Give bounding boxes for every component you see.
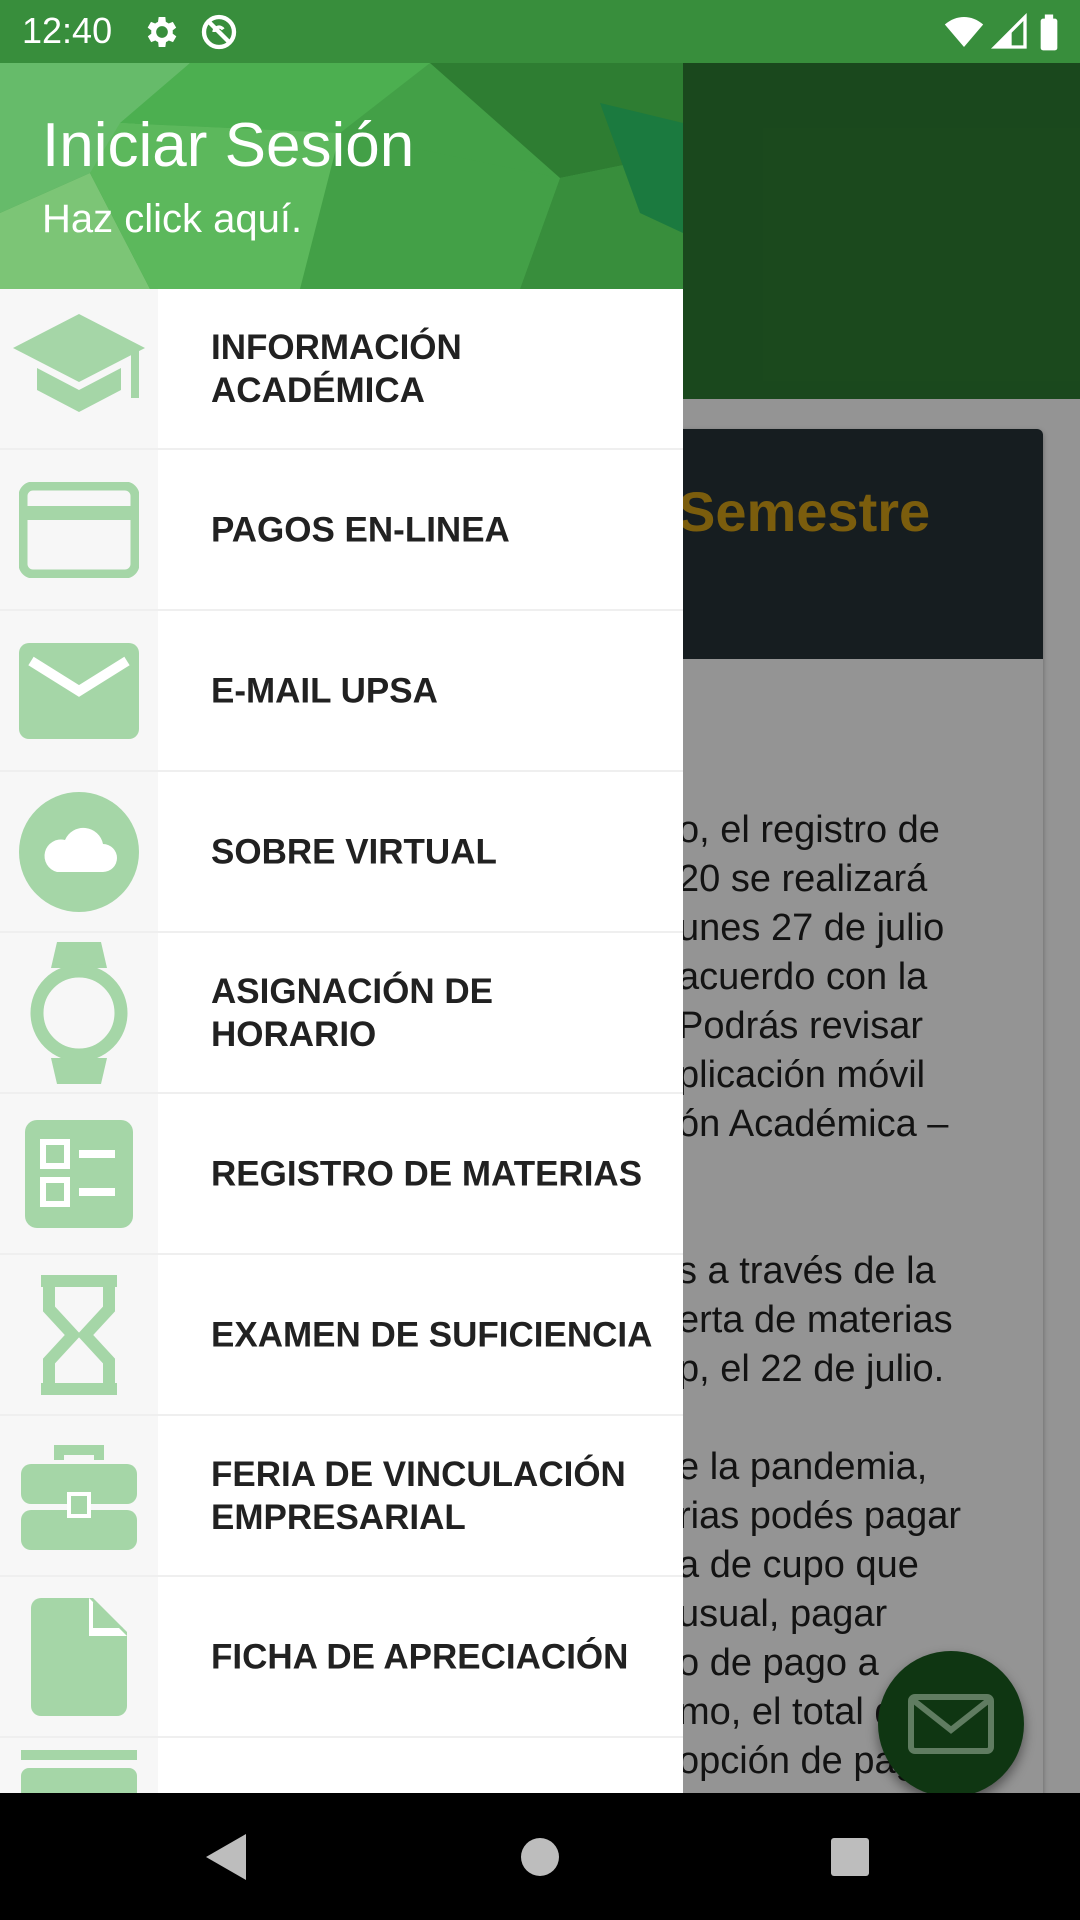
navigation-drawer: Iniciar Sesión Haz click aquí. INFORMACI… [0,63,683,1793]
status-time: 12:40 [22,10,113,51]
briefcase-icon [21,1444,137,1550]
menu-item-label: PAGOS EN-LINEA [211,510,510,549]
menu-item-asignacion-de-horario[interactable]: ASIGNACIÓN DE HORARIO [0,933,683,1094]
menu-icon-cell [0,1094,158,1253]
graduation-cap-icon [13,313,145,412]
cloud-icon [19,791,139,912]
login-subtitle: Haz click aquí. [42,197,303,241]
menu-icon-cell [0,289,158,448]
menu-item-label: SOBRE VIRTUAL [211,832,497,871]
mail-icon [19,642,139,739]
checklist-icon [25,1119,133,1228]
menu-item-informacion-academica[interactable]: INFORMACIÓN ACADÉMICA [0,289,683,450]
menu-item-sobre-virtual[interactable]: SOBRE VIRTUAL [0,772,683,933]
battery-icon [1040,14,1058,51]
menu-item-label: ASIGNACIÓN DE HORARIO [211,971,493,1054]
file-icon [31,1597,127,1716]
credit-card-icon [19,481,139,578]
recents-square-icon [831,1837,869,1876]
menu-item-label: REGISTRO DE MATERIAS [211,1154,643,1193]
sync-disabled-icon [201,14,237,50]
menu-item-partial[interactable] [0,1738,683,1793]
menu-icon-cell [0,1255,158,1414]
menu-item-ficha-de-apreciacion[interactable]: FICHA DE APRECIACIÓN [0,1577,683,1738]
menu-item-registro-de-materias[interactable]: REGISTRO DE MATERIAS [0,1094,683,1255]
recents-button[interactable] [790,1793,910,1920]
back-triangle-icon [206,1833,246,1880]
home-button[interactable] [480,1793,600,1920]
menu-item-label: EXAMEN DE SUFICIENCIA [211,1315,653,1354]
menu-icon-cell [0,933,158,1092]
hourglass-icon [41,1274,117,1395]
system-navigation-bar [0,1793,1080,1920]
partial-icon [21,1750,137,1793]
menu-item-label: FICHA DE APRECIACIÓN [211,1637,629,1676]
drawer-menu: INFORMACIÓN ACADÉMICA PAGOS EN-LINEA E-M… [0,289,683,1793]
login-header[interactable]: Iniciar Sesión Haz click aquí. [0,63,683,289]
menu-item-label: INFORMACIÓN ACADÉMICA [211,327,462,410]
menu-icon-cell [0,611,158,770]
menu-item-label: E-MAIL UPSA [211,671,438,710]
login-title: Iniciar Sesión [42,111,415,180]
menu-item-examen-de-suficiencia[interactable]: EXAMEN DE SUFICIENCIA [0,1255,683,1416]
gear-icon [147,17,177,47]
watch-icon [30,941,128,1084]
menu-icon-cell [0,1577,158,1736]
menu-item-pagos-en-linea[interactable]: PAGOS EN-LINEA [0,450,683,611]
menu-icon-cell [0,450,158,609]
menu-item-feria-de-vinculacion-empresarial[interactable]: FERIA DE VINCULACIÓN EMPRESARIAL [0,1416,683,1577]
status-bar: 12:40 [0,0,1080,63]
menu-icon-cell [0,772,158,931]
home-circle-icon [521,1837,559,1876]
screen: 12:40 Semestre o, el registro de 20 se r… [0,0,1080,1920]
menu-item-label: FERIA DE VINCULACIÓN EMPRESARIAL [211,1454,626,1537]
menu-icon-cell [0,1738,158,1793]
back-button[interactable] [166,1793,286,1920]
signal-icon [990,12,1027,49]
menu-item-email-upsa[interactable]: E-MAIL UPSA [0,611,683,772]
wifi-icon [944,17,984,47]
menu-icon-cell [0,1416,158,1575]
